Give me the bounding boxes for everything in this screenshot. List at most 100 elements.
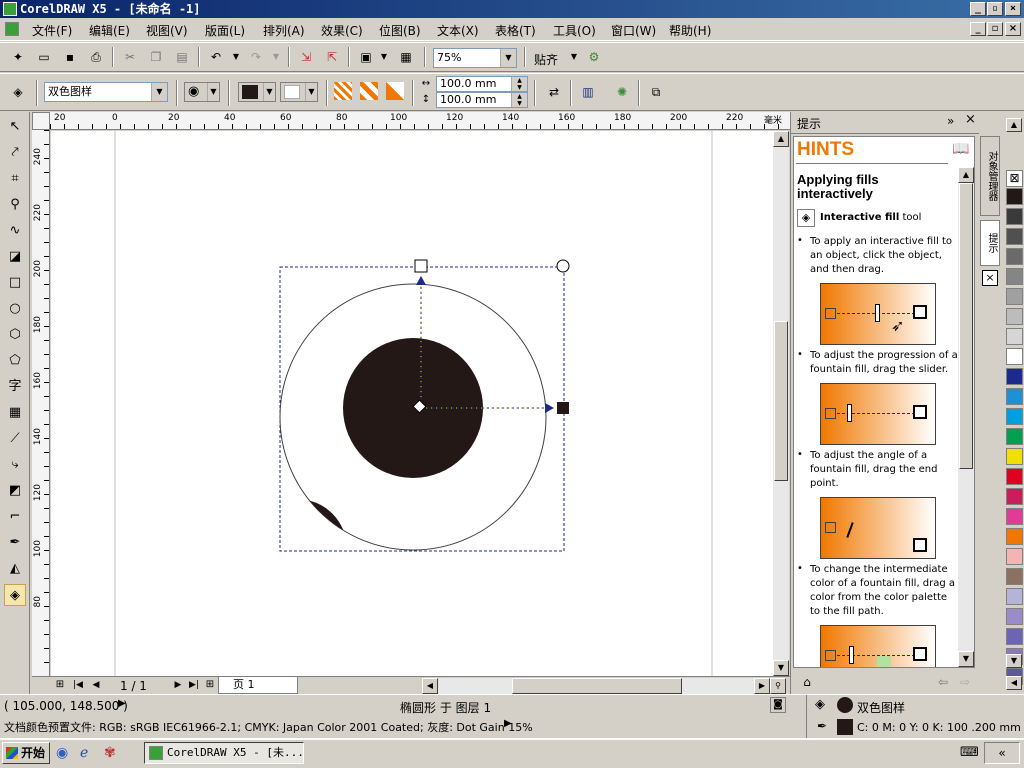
rectangle-tool-icon[interactable]: □ [4,272,26,294]
status-info-icon[interactable]: ◙ [770,697,786,713]
color-swatch[interactable] [1006,268,1023,285]
color-swatch[interactable] [1006,488,1023,505]
coreldraw-task-button[interactable]: CorelDRAW X5 - [未... [144,742,304,764]
color-swatch[interactable] [1006,188,1023,205]
color-swatch[interactable] [1006,208,1023,225]
print-icon[interactable]: ⎙ [86,47,106,67]
vertical-ruler[interactable]: 240 220 200 180 160 140 120 100 80 [32,130,50,676]
vertical-scroll-thumb[interactable] [774,321,788,481]
color-swatch[interactable] [1006,408,1023,425]
fill-tool-icon[interactable]: ◭ [4,558,26,580]
docker-collapse-icon[interactable]: » [947,114,954,128]
blend-tool-icon[interactable]: ◩ [4,480,26,502]
vertical-scrollbar[interactable]: ▲ ▼ [773,131,789,676]
menu-help[interactable]: 帮助(H) [669,22,711,39]
back-color-dropdown-icon[interactable]: ▼ [305,83,317,101]
color-swatch[interactable] [1006,308,1023,325]
undo-icon[interactable]: ↶ [206,47,226,67]
text-tool-icon[interactable]: 字 [4,376,26,398]
horizontal-scroll-thumb[interactable] [512,678,682,694]
convert-to-bitmap-icon[interactable]: ✺ [612,82,632,102]
freehand-tool-icon[interactable]: ∿ [4,220,26,242]
ellipse-tool-icon[interactable]: ○ [4,298,26,320]
browser-icon[interactable]: ◉ [56,745,68,761]
hints-back-icon[interactable]: ⇦ [933,672,953,692]
color-swatch[interactable] [1006,368,1023,385]
welcome-screen-icon[interactable]: ▦ [396,47,416,67]
color-swatch[interactable] [1006,568,1023,585]
interactive-fill-tool-button[interactable]: ◈ [4,584,26,606]
redo-icon[interactable]: ↷ [246,47,266,67]
tile-height-spinner-icon[interactable]: ▲ ▼ [511,93,527,107]
object-manager-tab[interactable]: 对象管理器 [980,136,1000,216]
outline-color-swatch[interactable] [837,719,853,735]
shape-tool-icon[interactable]: ⤤ [4,142,26,164]
scroll-up-icon[interactable]: ▲ [773,131,789,147]
front-color-picker[interactable]: ▼ [238,82,276,102]
snap-to-label[interactable]: 贴齐 [534,51,558,68]
hints-scrollbar[interactable]: ▲ ▼ [958,167,974,667]
docker-tab-close-icon[interactable]: × [982,270,998,286]
color-swatch[interactable] [1006,248,1023,265]
basic-shapes-tool-icon[interactable]: ⬠ [4,350,26,372]
pick-tool-icon[interactable]: ↖ [4,116,26,138]
restore-button[interactable]: ▫ [987,2,1003,16]
paste-icon[interactable]: ▤ [172,47,192,67]
launcher-dropdown-icon[interactable]: ▼ [374,47,394,67]
coreldraw-app-icon[interactable] [3,2,17,16]
fill-color-swatch[interactable] [837,697,853,713]
horizontal-scrollbar[interactable]: ◀ ▶ [422,678,770,694]
new-icon[interactable]: ✦ [8,47,28,67]
large-tile-icon[interactable] [386,82,404,100]
palette-scroll-up-icon[interactable]: ▲ [1006,118,1022,132]
minimize-button[interactable]: _ [970,2,986,16]
doc-restore-button[interactable]: ▫ [987,22,1003,36]
doc-minimize-button[interactable]: _ [970,22,986,36]
zoom-dropdown-icon[interactable]: ▼ [500,49,516,67]
profile-expand-icon[interactable]: ▶ [504,718,512,729]
menu-text[interactable]: 文本(X) [437,22,479,39]
menu-tools[interactable]: 工具(O) [553,22,596,39]
polygon-tool-icon[interactable]: ⬡ [4,324,26,346]
copy-fill-properties-icon[interactable]: ⧉ [646,82,666,102]
color-swatch[interactable] [1006,428,1023,445]
menu-bitmaps[interactable]: 位图(B) [379,22,421,39]
menu-edit[interactable]: 编辑(E) [89,22,130,39]
pattern-picker[interactable]: ◉ ▼ [184,82,220,102]
document-icon[interactable] [5,22,19,36]
insert-page-before-icon[interactable]: ⊞ [52,677,68,693]
horizontal-ruler[interactable]: 20 0 20 40 60 80 100 120 140 160 180 200… [50,112,790,130]
tile-width-spinner-icon[interactable]: ▲ ▼ [511,77,527,91]
ie-icon[interactable]: ℯ [80,745,88,761]
menu-view[interactable]: 视图(V) [146,22,188,39]
ruler-origin[interactable] [32,112,50,130]
table-tool-icon[interactable]: ▦ [4,402,26,424]
hints-forward-icon[interactable]: ⇨ [955,672,975,692]
front-color-dropdown-icon[interactable]: ▼ [263,83,275,101]
insert-page-after-icon[interactable]: ⊞ [202,677,218,693]
page-tab[interactable]: 页 1 [218,677,298,694]
undo-dropdown-icon[interactable]: ▼ [226,47,246,67]
scroll-down-icon[interactable]: ▼ [773,660,789,676]
interactive-fill-tool-icon[interactable]: ◈ [8,82,28,102]
color-swatch[interactable] [1006,328,1023,345]
save-icon[interactable]: ▪ [60,47,80,67]
application-launcher-icon[interactable]: ▣ [356,47,376,67]
drawing-surface[interactable] [51,131,773,676]
menu-window[interactable]: 窗口(W) [611,22,656,39]
status-expand-icon[interactable]: ▶ [118,698,126,709]
connector-tool-icon[interactable]: ⤷ [4,454,26,476]
tray-expand-icon[interactable]: « [984,742,1020,764]
hints-scroll-up-icon[interactable]: ▲ [958,167,974,183]
redo-dropdown-icon[interactable]: ▼ [266,47,286,67]
last-page-icon[interactable]: ▶| [186,677,202,693]
scroll-right-icon[interactable]: ▶ [754,678,770,694]
hints-tab[interactable]: 提示 [980,220,1000,266]
color-swatch[interactable] [1006,608,1023,625]
color-swatch[interactable] [1006,388,1023,405]
hints-home-icon[interactable]: ⌂ [797,672,817,692]
palette-scroll-down-icon[interactable]: ▼ [1006,654,1022,668]
eyedropper-tool-icon[interactable]: ⌐ [4,506,26,528]
color-swatch[interactable] [1006,628,1023,645]
cut-icon[interactable]: ✂ [120,47,140,67]
